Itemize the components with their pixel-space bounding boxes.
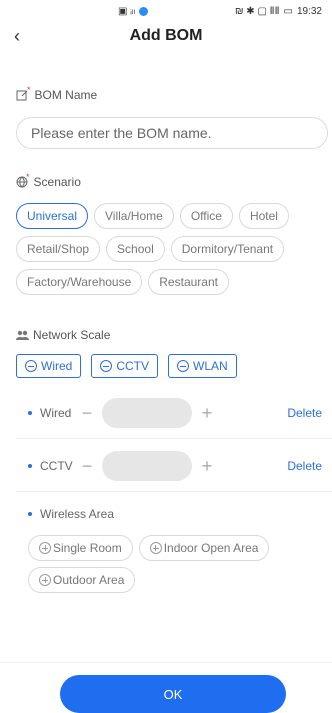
minus-circle-icon [25, 360, 37, 372]
minus-circle-icon [100, 360, 113, 372]
cctv-button-label: CCTV [116, 359, 150, 373]
bom-name-label-text: BOM Name [34, 88, 98, 102]
status-dot-icon [139, 7, 149, 16]
scenario-option[interactable]: Restaurant [148, 269, 229, 295]
scenario-option[interactable]: Dormitory/Tenant [170, 236, 285, 262]
wireless-options: Single Room Indoor Open Area Outdoor Are… [28, 535, 328, 593]
scenario-option[interactable]: Retail/Shop [16, 236, 101, 262]
scenario-option[interactable]: Universal [16, 203, 89, 229]
wlan-button-label: WLAN [193, 359, 228, 373]
bullet-icon [28, 411, 32, 415]
wired-row: Wired − + Delete [16, 395, 322, 431]
scenario-options: Universal Villa/Home Office Hotel Retail… [16, 203, 328, 295]
status-left: ▣ ᵢₗₗ [118, 6, 149, 17]
divider [16, 491, 332, 492]
header: ‹ Add BOM [0, 24, 332, 48]
plus-circle-icon [39, 542, 51, 554]
wired-quantity-input[interactable] [102, 398, 192, 428]
status-right-icons: ₪ ✱ ▢ ⅡⅡ [235, 6, 280, 17]
scenario-option[interactable]: Office [179, 203, 233, 229]
increment-button[interactable]: + [198, 403, 216, 424]
increment-button[interactable]: + [198, 456, 216, 477]
scenario-option[interactable]: Factory/Warehouse [16, 269, 143, 295]
divider [16, 438, 332, 439]
ok-button[interactable]: OK [60, 675, 286, 713]
page-title: Add BOM [129, 27, 203, 44]
bom-name-input[interactable]: Please enter the BOM name. [16, 117, 328, 149]
cctv-row: CCTV − + Delete [16, 448, 322, 484]
required-mark: * [26, 172, 30, 182]
scenario-option[interactable]: Hotel [238, 203, 289, 229]
status-right: ₪ ✱ ▢ ⅡⅡ ▭ 19:32 [235, 6, 322, 17]
wireless-option-label: Single Room [53, 541, 122, 555]
cctv-quantity-input[interactable] [102, 451, 192, 481]
cctv-delete-link[interactable]: Delete [287, 459, 322, 473]
status-left-icons: ▣ ᵢₗₗ [118, 6, 136, 17]
wireless-option[interactable]: Outdoor Area [28, 567, 136, 593]
wireless-option-label: Outdoor Area [53, 573, 125, 587]
wired-row-name: Wired [40, 406, 72, 420]
scenario-label-text: Scenario [33, 175, 81, 189]
bullet-icon [28, 512, 32, 516]
wireless-option[interactable]: Indoor Open Area [138, 535, 270, 561]
bullet-icon [28, 464, 32, 468]
decrement-button[interactable]: − [78, 456, 96, 477]
network-scale-buttons: Wired CCTV WLAN [16, 354, 237, 378]
network-scale-label: Network Scale [16, 328, 110, 342]
scenario-option[interactable]: Villa/Home [94, 203, 174, 229]
required-mark: * [27, 85, 31, 95]
plus-circle-icon [149, 542, 162, 554]
decrement-button[interactable]: − [78, 403, 96, 424]
wired-button-label: Wired [41, 359, 73, 373]
scenario-option[interactable]: School [106, 236, 165, 262]
bom-name-placeholder: Please enter the BOM name. [31, 125, 212, 141]
battery-icon: ▭ [283, 6, 293, 17]
wired-button[interactable]: Wired [16, 354, 82, 378]
wireless-option-label: Indoor Open Area [163, 541, 259, 555]
wlan-button[interactable]: WLAN [168, 354, 237, 378]
cctv-row-name: CCTV [40, 459, 73, 473]
wireless-option[interactable]: Single Room [28, 535, 133, 561]
footer-divider [0, 662, 332, 663]
bom-name-label: * BOM Name [16, 85, 98, 102]
scenario-label: * Scenario [16, 172, 81, 189]
plus-circle-icon [39, 574, 51, 586]
wireless-area-title: Wireless Area [16, 507, 114, 521]
network-scale-label-text: Network Scale [33, 328, 111, 342]
status-bar: ▣ ᵢₗₗ ₪ ✱ ▢ ⅡⅡ ▭ 19:32 [0, 0, 332, 24]
status-time: 19:32 [296, 6, 322, 17]
people-icon [16, 330, 29, 340]
cctv-button[interactable]: CCTV [91, 354, 159, 378]
minus-circle-icon [177, 360, 190, 372]
wired-delete-link[interactable]: Delete [287, 406, 322, 420]
wireless-area-label: Wireless Area [40, 507, 115, 521]
